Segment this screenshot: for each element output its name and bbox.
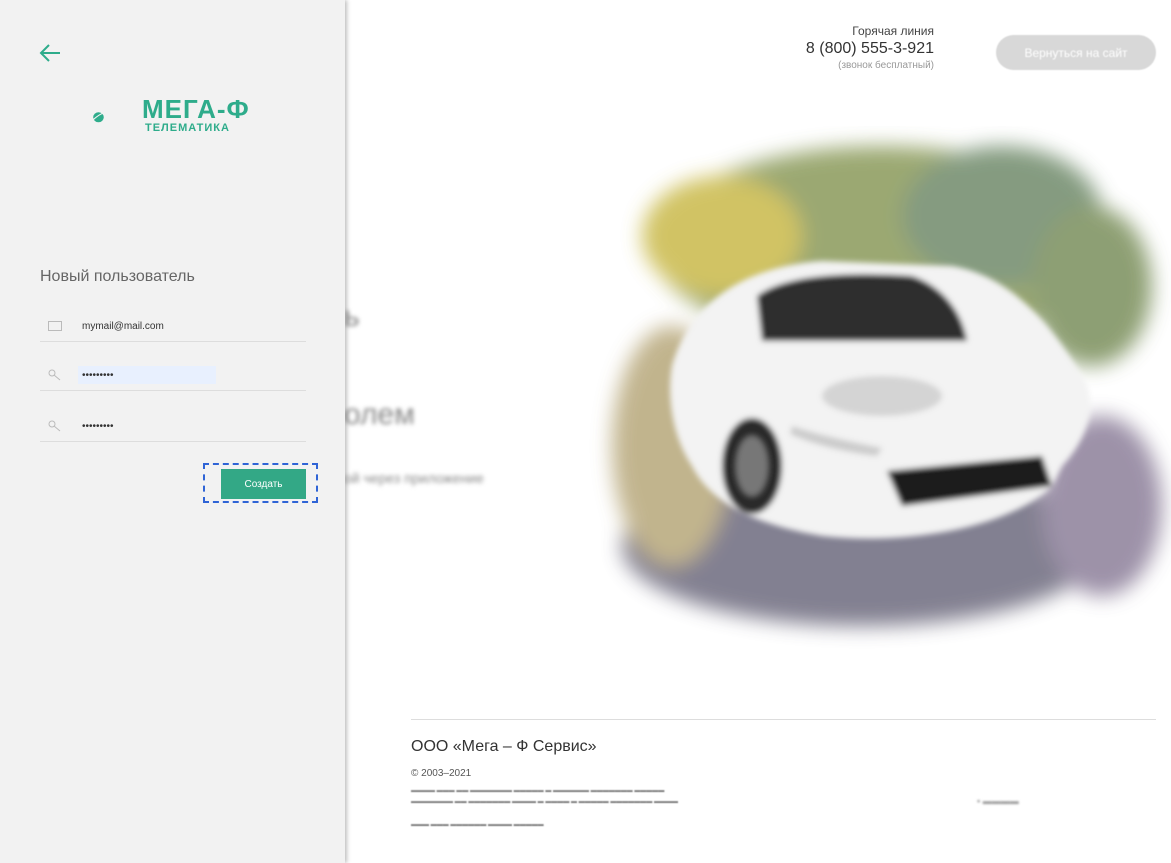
confirm-password-field	[40, 411, 306, 442]
email-field	[40, 311, 306, 342]
globe-logo-icon	[92, 111, 106, 123]
form-title: Новый пользователь	[40, 268, 195, 285]
car-illustration	[612, 146, 1162, 626]
password-input[interactable]	[78, 366, 216, 384]
email-input[interactable]	[78, 317, 206, 335]
return-to-site-button[interactable]: Вернуться на сайт	[996, 35, 1156, 70]
footer-divider	[411, 719, 1156, 720]
hotline-note: (звонок бесплатный)	[838, 60, 934, 71]
blurred-heading-fragment: олем	[344, 398, 415, 431]
key-icon	[48, 369, 61, 381]
confirm-password-input[interactable]	[78, 417, 206, 435]
envelope-icon	[48, 321, 62, 331]
hotline-phone[interactable]: 8 (800) 555-3-921	[760, 40, 934, 58]
back-arrow-icon[interactable]	[38, 42, 62, 64]
registration-panel: МЕГА-Ф ТЕЛЕМАТИКА Новый пользователь Соз…	[0, 0, 345, 863]
hotline-block: Горячая линия 8 (800) 555-3-921 (звонок …	[760, 24, 934, 71]
footer-copyright: © 2003–2021	[411, 768, 472, 779]
password-field	[40, 360, 306, 391]
key-icon	[48, 420, 61, 432]
footer-blurred-note: ▪ ▬▬▬▬	[977, 796, 1019, 806]
hotline-title: Горячая линия	[852, 24, 934, 38]
footer-company-name: ООО «Мега – Ф Сервис»	[411, 738, 597, 755]
create-button[interactable]: Создать	[221, 469, 306, 499]
footer-blurred-text: ▬▬▬▬ ▬▬▬ ▬▬ ▬▬▬▬▬▬▬ ▬▬▬▬▬ ▬ ▬▬▬▬▬▬ ▬▬▬▬▬…	[411, 788, 679, 828]
logo-subtitle: ТЕЛЕМАТИКА	[145, 122, 230, 134]
logo-title: МЕГА-Ф	[142, 94, 250, 124]
blurred-text-fragment: ой через приложение	[344, 470, 484, 486]
blurred-heading-fragment: ь	[344, 300, 360, 333]
